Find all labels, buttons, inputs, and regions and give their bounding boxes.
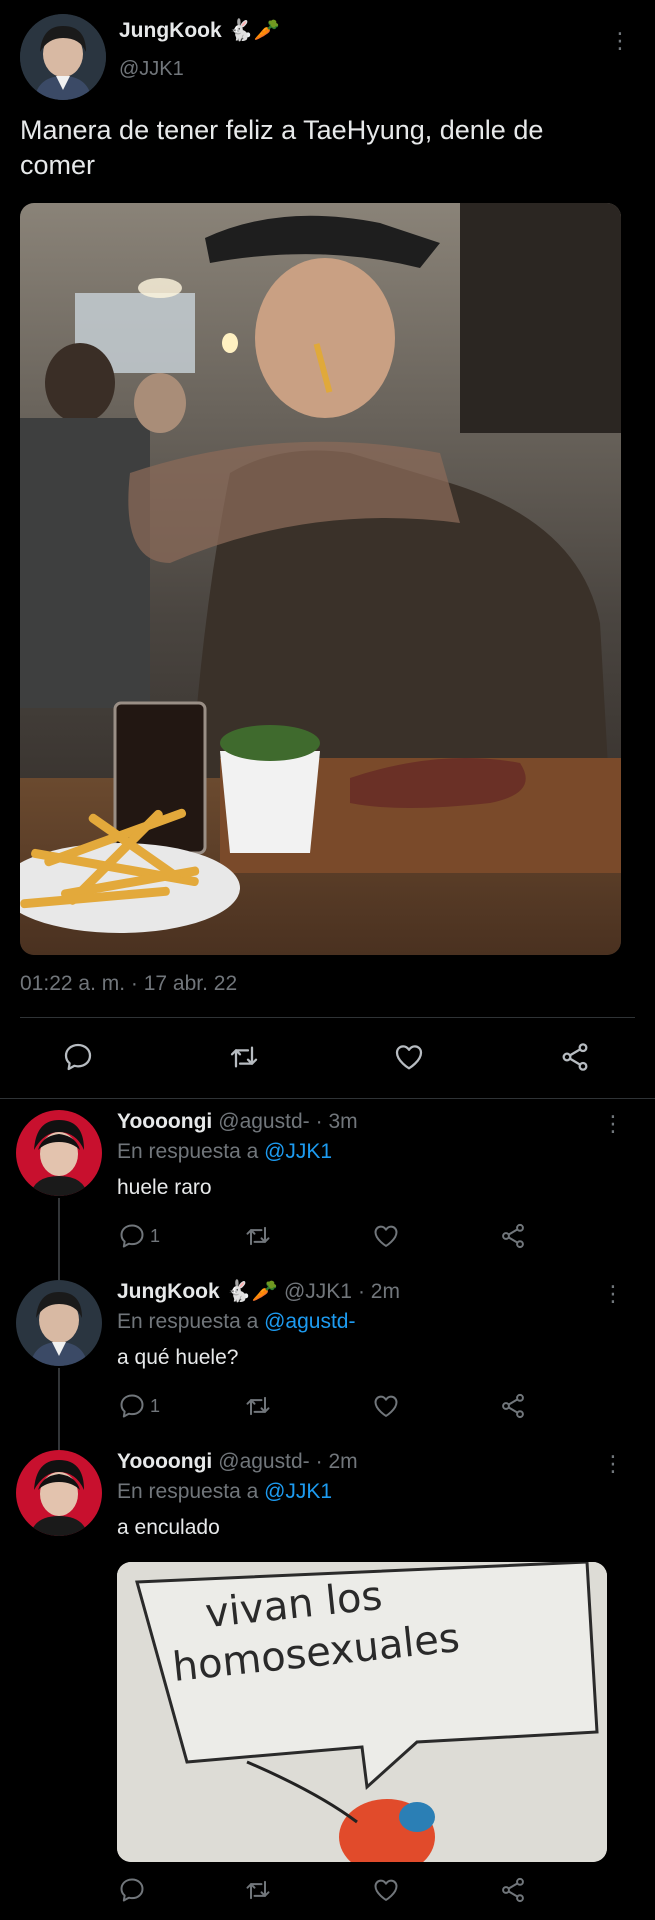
divider <box>0 1098 655 1099</box>
share-icon[interactable] <box>498 1392 528 1420</box>
reply-text: a qué huele? <box>117 1346 239 1369</box>
reply-time[interactable]: · 2m <box>316 1450 358 1474</box>
reply-time[interactable]: · 2m <box>358 1280 400 1304</box>
share-icon[interactable] <box>558 1041 592 1073</box>
reply-icon[interactable] <box>118 1392 146 1420</box>
tweet-photo[interactable] <box>20 203 621 955</box>
avatar-yoooongi[interactable] <box>16 1450 102 1536</box>
more-options-icon[interactable]: ⋮ <box>602 1283 624 1305</box>
thread-line <box>58 1368 60 1450</box>
more-options-icon[interactable]: ⋮ <box>602 1113 624 1135</box>
like-icon[interactable] <box>372 1222 400 1250</box>
user-handle[interactable]: @agustd- <box>218 1450 309 1474</box>
display-name[interactable]: JungKook <box>119 19 222 43</box>
tweet-text: Manera de tener feliz a TaeHyung, denle … <box>20 115 544 180</box>
user-handle[interactable]: @JJK1 <box>284 1280 352 1304</box>
meme-image[interactable]: vivan los homosexuales <box>117 1562 607 1862</box>
name-emoji: 🐇🥕 <box>225 1280 278 1303</box>
display-name[interactable]: Yoooongi <box>117 1450 212 1474</box>
reply-text: huele raro <box>117 1176 212 1199</box>
reply-count: 1 <box>150 1226 161 1246</box>
display-name[interactable]: JungKook <box>117 1280 220 1304</box>
reply-to-link[interactable]: @agustd- <box>264 1310 355 1333</box>
user-handle[interactable]: @agustd- <box>218 1110 309 1134</box>
name-emoji: 🐇🥕 <box>227 19 280 42</box>
reply-time[interactable]: · 3m <box>316 1110 358 1134</box>
reply-text: a enculado <box>117 1516 220 1539</box>
reply-to-link[interactable]: @JJK1 <box>264 1480 332 1503</box>
display-name[interactable]: Yoooongi <box>117 1110 212 1134</box>
reply-context: En respuesta a <box>117 1310 259 1333</box>
like-icon[interactable] <box>372 1392 400 1420</box>
retweet-icon[interactable] <box>227 1041 261 1073</box>
avatar-jungkook[interactable] <box>16 1280 102 1366</box>
like-icon[interactable] <box>393 1041 425 1073</box>
reply-count: 1 <box>150 1396 161 1416</box>
retweet-icon[interactable] <box>243 1876 273 1904</box>
avatar-yoooongi[interactable] <box>16 1110 102 1196</box>
reply-context: En respuesta a <box>117 1140 259 1163</box>
avatar-jungkook[interactable] <box>20 14 106 100</box>
tweet-timestamp[interactable]: 01:22 a. m. · 17 abr. 22 <box>20 972 237 996</box>
reply-context: En respuesta a <box>117 1480 259 1503</box>
retweet-icon[interactable] <box>243 1222 273 1250</box>
thread-line <box>58 1198 60 1280</box>
reply-icon[interactable] <box>118 1222 146 1250</box>
like-icon[interactable] <box>372 1876 400 1904</box>
more-options-icon[interactable]: ⋮ <box>609 30 631 52</box>
reply-to-link[interactable]: @JJK1 <box>264 1140 332 1163</box>
more-options-icon[interactable]: ⋮ <box>602 1453 624 1475</box>
share-icon[interactable] <box>498 1876 528 1904</box>
reply-icon[interactable] <box>62 1041 94 1073</box>
reply-icon[interactable] <box>118 1876 146 1904</box>
divider <box>20 1017 635 1018</box>
share-icon[interactable] <box>498 1222 528 1250</box>
user-handle[interactable]: @JJK1 <box>119 58 184 81</box>
retweet-icon[interactable] <box>243 1392 273 1420</box>
